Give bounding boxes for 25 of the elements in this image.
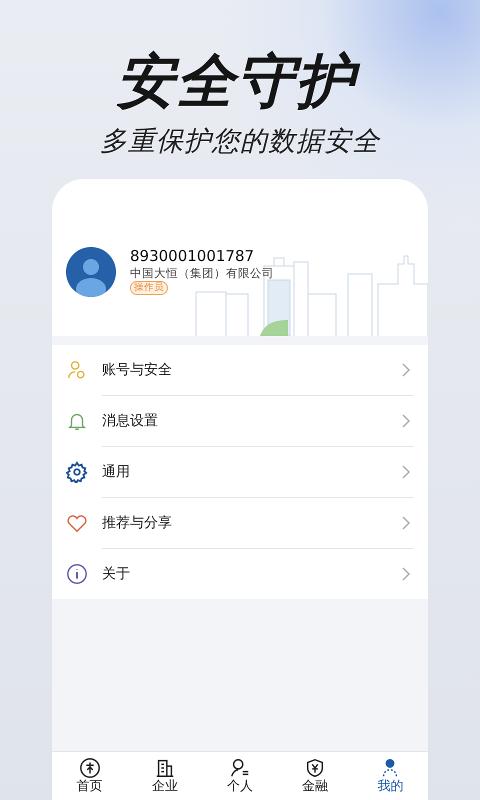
chevron-icon: [402, 465, 410, 480]
chevron-icon: [402, 567, 410, 582]
info-icon: [66, 563, 88, 586]
settings-icon: [66, 461, 88, 484]
tab[interactable]: 首页: [52, 752, 128, 800]
account-number: 8930001001787: [130, 247, 254, 266]
menu-item[interactable]: 推荐与分享: [52, 498, 428, 548]
subtitle: 多重保护您的数据安全: [100, 125, 380, 160]
menu-item[interactable]: 消息设置: [52, 396, 428, 446]
person-icon: [229, 757, 251, 779]
chevron-icon: [402, 363, 410, 378]
menu-item[interactable]: 关于: [52, 549, 428, 600]
menu-item[interactable]: 通用: [52, 447, 428, 498]
chevron-icon: [402, 414, 410, 428]
tab[interactable]: 我的: [352, 752, 428, 800]
chevron-icon: [402, 516, 410, 530]
company-name: 中国大恒（集团）有限公司: [130, 265, 274, 282]
headline: 安全守护: [110, 44, 370, 120]
tab[interactable]: 个人: [202, 752, 278, 800]
menu-item[interactable]: 账号与安全: [52, 345, 428, 396]
role-badge: 操作员: [130, 281, 168, 296]
tab[interactable]: 金融: [278, 752, 353, 800]
tab[interactable]: 企业: [127, 752, 202, 800]
avatar: [66, 247, 116, 298]
coin-icon: [78, 757, 101, 779]
